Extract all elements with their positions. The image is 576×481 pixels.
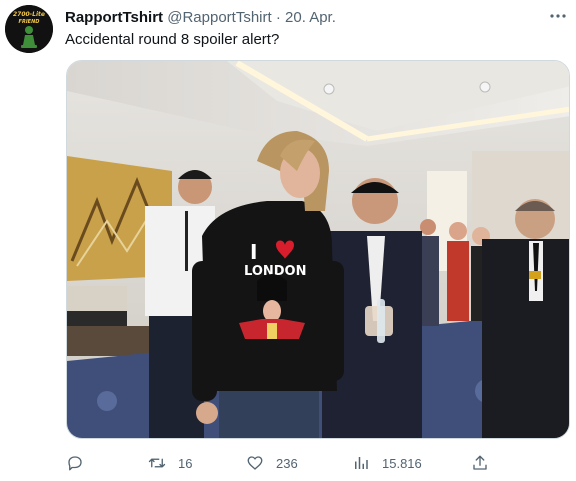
shirt-print-i: I — [250, 240, 257, 264]
avatar-text-bottom: FRIEND — [19, 19, 40, 25]
share-icon — [473, 455, 487, 470]
post-date[interactable]: 20. Apr. — [285, 9, 336, 26]
tweet[interactable]: 2700-Lite FRIEND RapportTshirt @RapportT… — [0, 0, 576, 481]
tweet-photo[interactable]: I LONDON — [66, 60, 570, 439]
like-count: 236 — [276, 455, 298, 471]
like-button[interactable]: 236 — [246, 451, 298, 475]
more-options-button[interactable] — [548, 6, 568, 26]
views-count: 15.816 — [382, 455, 422, 471]
share-button[interactable] — [471, 451, 489, 475]
tweet-header: RapportTshirt @RapportTshirt · 20. Apr. — [65, 8, 576, 28]
reply-icon — [68, 456, 82, 471]
tweet-text: Accidental round 8 spoiler alert? — [65, 31, 280, 48]
reply-button[interactable] — [66, 451, 96, 475]
views-icon — [355, 457, 368, 469]
avatar-text-top: 2700-Lite — [13, 11, 45, 18]
heart-icon — [247, 456, 263, 470]
separator-dot: · — [275, 9, 281, 26]
views-button[interactable]: 15.816 — [352, 451, 422, 475]
repost-button[interactable]: 16 — [148, 451, 192, 475]
repost-icon — [148, 458, 166, 468]
user-handle[interactable]: @RapportTshirt — [167, 9, 271, 26]
more-icon — [550, 14, 566, 18]
display-name[interactable]: RapportTshirt — [65, 9, 163, 26]
tweet-actions: 16 236 15.816 — [66, 451, 496, 475]
repost-count: 16 — [178, 455, 193, 471]
avatar[interactable]: 2700-Lite FRIEND — [5, 5, 53, 53]
